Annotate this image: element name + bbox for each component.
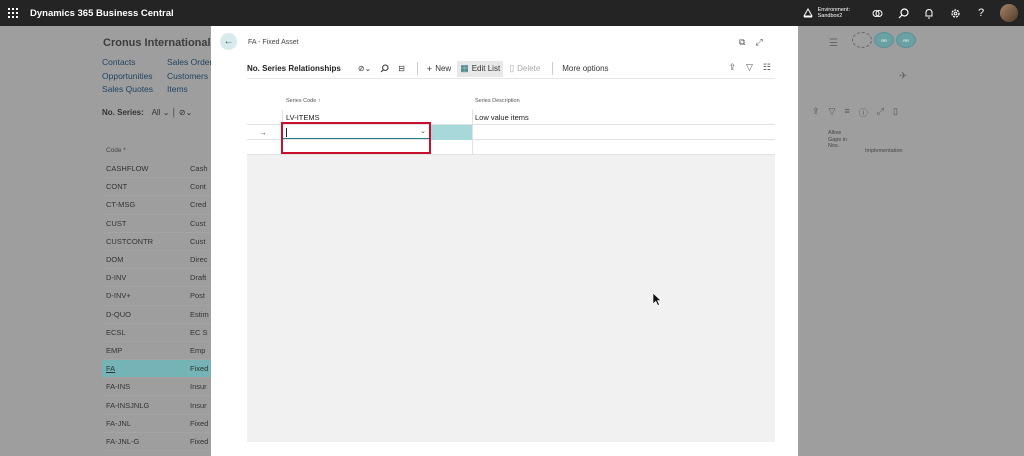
user-avatar[interactable] [1000,4,1018,22]
gear-icon [950,8,960,18]
settings-button[interactable] [942,0,968,26]
list-item[interactable]: FA-INSJNLG Insur [102,396,211,415]
no-series-relationships-dialog: ← FA - Fixed Asset ⧉ ⤢ No. Series Relati… [211,26,798,456]
mouse-cursor-icon [652,292,662,306]
series-description-cell[interactable]: Low value items [475,110,529,125]
app-launcher-button[interactable] [0,0,26,26]
column-header-code[interactable]: Code * [106,147,126,154]
breadcrumb: FA - Fixed Asset [248,39,299,46]
share-icon[interactable]: ⇪ [812,106,820,119]
pin-icon[interactable]: ✈ [899,71,907,82]
plus-icon: + [426,63,433,74]
presence-badge[interactable]: RR [874,32,894,48]
help-button[interactable]: ? [968,0,994,26]
search-button[interactable] [890,0,916,26]
list-item[interactable]: ECSL EC S [102,324,211,342]
presence-badge[interactable] [852,32,872,48]
waffle-icon [8,8,18,18]
filter-icon[interactable]: ▽ [829,106,836,119]
layout-icon: ⊟ [398,64,405,73]
info-icon[interactable]: ⓘ [859,106,868,119]
notifications-button[interactable] [916,0,942,26]
no-series-toolbar: No. Series: All ⌄ │ ⊘⌄ [102,108,192,117]
edit-list-button[interactable]: ▦ Edit List [457,60,504,77]
company-name[interactable]: Cronus International [103,37,211,49]
expand-icon[interactable]: ⤢ [877,106,884,119]
edit-list-icon: ▦ [460,63,469,73]
environment-value: Sandbox2 [817,13,843,19]
list-item[interactable]: D-QUO Estim [102,306,211,324]
share-icon[interactable]: ⇪ [728,62,736,73]
column-header-series-code[interactable]: Series Code ↑ [286,98,321,104]
arrow-right-icon: → [259,128,267,137]
delete-button[interactable]: ▯ Delete [506,61,543,77]
search-icon [380,64,389,73]
presence-badge[interactable]: RR [896,32,916,48]
app-brand[interactable]: Dynamics 365 Business Central [30,8,174,19]
question-icon: ? [977,7,985,19]
search-button[interactable] [377,61,392,77]
divider [552,62,554,75]
search-icon [898,7,909,18]
environment-icon [802,7,813,18]
annotation-highlight-box [281,122,431,154]
analysis-icon: ⊘⌄ [357,64,372,73]
bell-icon [925,8,933,18]
list-item[interactable]: FA-JNL-G Fixed [102,433,211,451]
list-item[interactable]: FA-INS Insur [102,378,211,397]
background-list-actions: ⇪ ▽ ≡ ⓘ ⤢ ▯ [812,106,898,119]
more-options-button[interactable]: More options [559,61,611,77]
action-bar-right: ⇪ ▽ ☷ [728,62,771,73]
link-opportunities[interactable]: Opportunities [102,71,167,81]
expand-icon[interactable]: ⤢ [755,37,762,48]
trash-icon: ▯ [509,63,515,73]
copilot-button[interactable] [864,0,890,26]
action-bar: No. Series Relationships ⊘⌄ ⊟ + New ▦ Edit… [247,59,775,79]
list-item[interactable]: CONT Cont [102,178,211,197]
column-header-allow-gaps[interactable]: Allow Gaps in Nos. [828,130,848,150]
column-header-implementation[interactable]: Implementation [865,148,903,154]
list-icon[interactable]: ≡ [844,106,849,119]
list-item[interactable]: EMP Emp [102,342,211,361]
analysis-icon[interactable]: ⊘⌄ [179,108,192,117]
link-contacts[interactable]: Contacts [102,57,167,67]
lookup-cell[interactable] [429,125,472,140]
list-item[interactable]: CT-MSG Cred [102,196,211,215]
open-new-window-icon[interactable]: ⧉ [739,37,745,48]
hamburger-icon[interactable]: ☰ [829,38,838,49]
list-item-selected[interactable]: FA Fixed [102,360,211,379]
list-item[interactable]: CASHFLOW Cash [102,160,211,179]
list-item[interactable]: D-INV Draft [102,269,211,288]
filter-icon[interactable]: ▽ [746,62,753,73]
top-bar: Dynamics 365 Business Central Environmen… [0,0,1024,26]
column-header-series-description[interactable]: Series Description [475,98,520,104]
grid-header: Series Code ↑ Series Description [247,90,775,110]
bookmark-icon[interactable]: ▯ [893,106,898,119]
analysis-mode-button[interactable]: ⊘⌄ [355,61,374,77]
presence-badges: RR RR [852,32,916,48]
link-sales-quotes[interactable]: Sales Quotes [102,84,167,94]
filter-all[interactable]: All [152,108,161,117]
no-series-label: No. Series: [102,108,144,117]
list-item[interactable]: DOM Direc [102,251,211,270]
no-series-list: CASHFLOW Cash CONT Cont CT-MSG Cred CUST Cus… [102,160,211,451]
view-toggle-button[interactable]: ⊟ [395,61,408,77]
back-button[interactable]: ← [220,33,237,50]
environment-indicator[interactable]: Environment: Sandbox2 [802,7,850,19]
list-item[interactable]: D-INV+ Post [102,287,211,306]
new-button[interactable]: + New [424,61,454,77]
arrow-left-icon: ← [223,36,234,47]
chevron-down-icon: ⌄ │ [162,108,179,117]
list-item[interactable]: CUSTCONTR Cust [102,233,211,251]
list-item[interactable]: FA-JNL Fixed [102,415,211,433]
copilot-icon [872,9,882,17]
list-item[interactable]: CUST Cust [102,215,211,233]
window-controls: ⧉ ⤢ [739,37,763,48]
divider [416,62,418,75]
list-view-icon[interactable]: ☷ [763,62,771,73]
page-title: No. Series Relationships [247,64,341,73]
